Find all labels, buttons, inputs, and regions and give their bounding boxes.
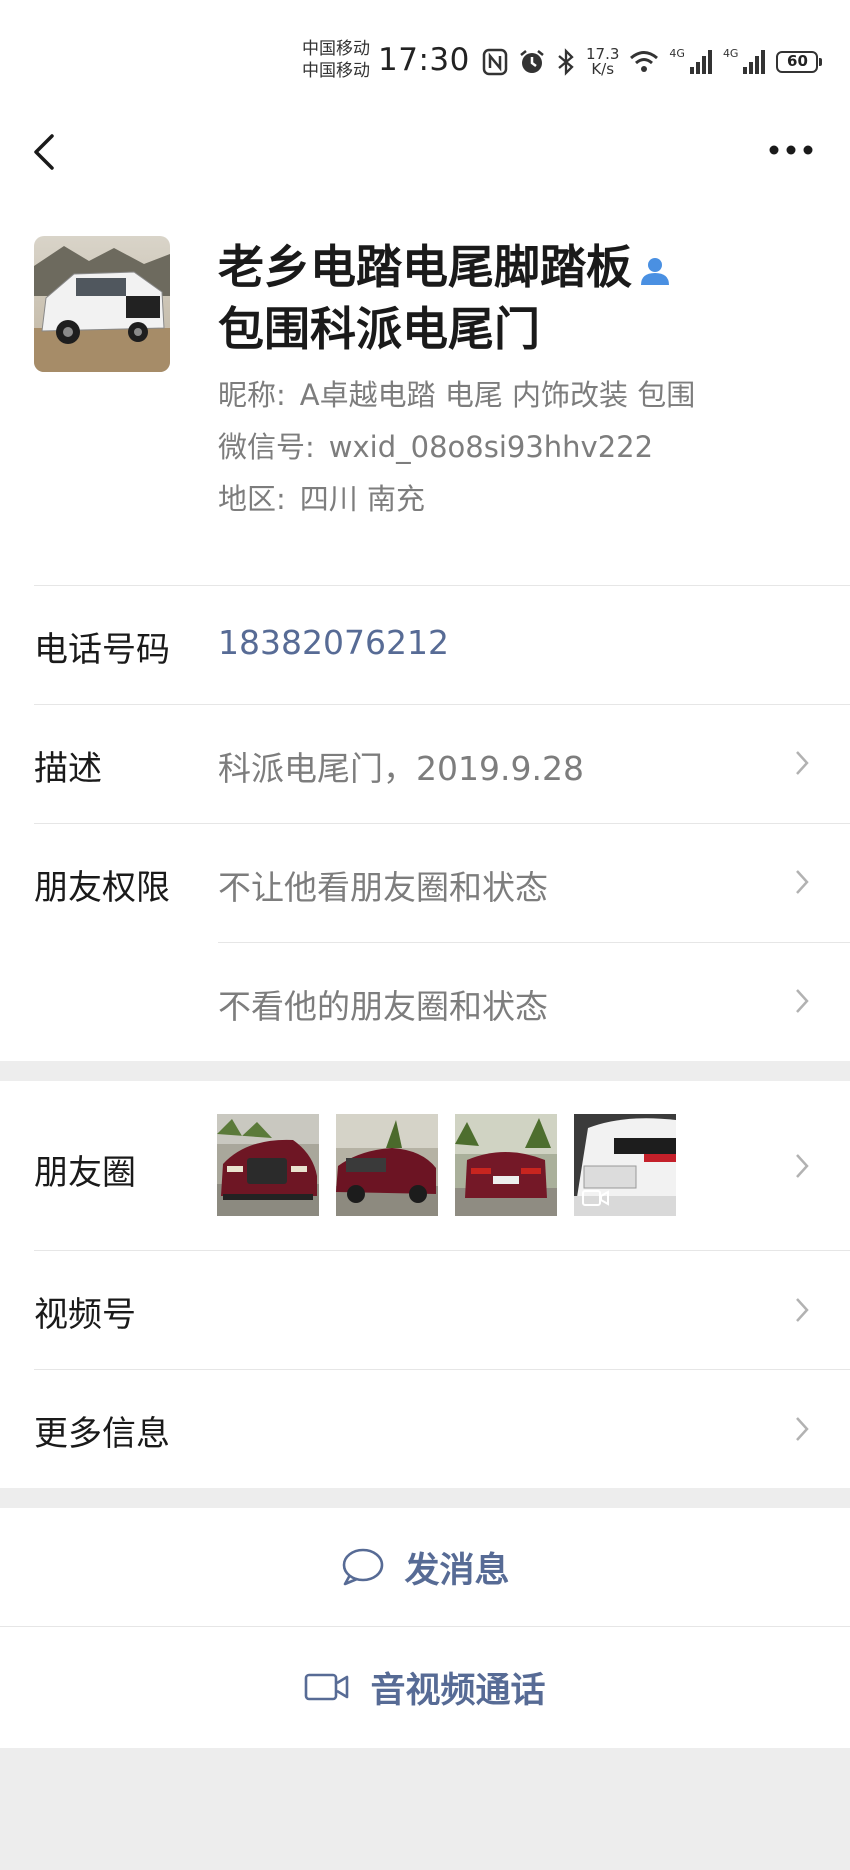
network-type-2: 4G: [722, 47, 739, 60]
carrier-info: 中国移动 中国移动: [302, 38, 370, 82]
description-value: 科派电尾门，2019.9.28: [218, 749, 584, 788]
chevron-right-icon: [796, 1154, 809, 1178]
contact-name: 老乡电踏电尾脚踏板 包围科派电尾门: [218, 236, 778, 360]
battery-indicator: 60: [776, 51, 823, 73]
region-label: 地区:: [218, 482, 286, 516]
wechat-id-label: 微信号:: [218, 430, 315, 464]
description-label: 描述: [34, 749, 102, 789]
nickname-line: 昵称: A卓越电踏 电尾 内饰改装 包围: [218, 372, 695, 414]
moments-thumbnail[interactable]: [574, 1114, 676, 1216]
divider: [0, 1626, 850, 1627]
section-gap: [0, 1061, 850, 1081]
more-info-label: 更多信息: [34, 1414, 170, 1454]
back-arrow-icon[interactable]: [28, 128, 64, 176]
video-badge-icon: [582, 1190, 609, 1206]
chevron-right-icon: [796, 751, 809, 775]
divider: [34, 1369, 850, 1370]
moments-thumbnail[interactable]: [455, 1114, 557, 1216]
network-speed: 17.3 K/s: [586, 47, 619, 77]
divider: [34, 823, 850, 824]
avatar[interactable]: [34, 236, 170, 372]
status-icons: 17.3 K/s 4G 4G 60: [482, 44, 823, 80]
phone-label: 电话号码: [34, 630, 170, 670]
divider: [218, 942, 850, 943]
bottom-background: [0, 1748, 850, 1870]
send-message-label: 发消息: [404, 1550, 510, 1591]
thumbnail-image: [455, 1114, 557, 1216]
permission-hide-my-moments: 不让他看朋友圈和状态: [218, 868, 548, 907]
bluetooth-icon: [558, 48, 574, 76]
name-line-1: 老乡电踏电尾脚踏板: [218, 240, 632, 294]
carrier-2: 中国移动: [302, 61, 370, 81]
chevron-right-icon: [796, 989, 809, 1013]
video-camera-icon: [305, 1673, 349, 1701]
more-icon[interactable]: [768, 138, 814, 162]
permission-hide-their-moments: 不看他的朋友圈和状态: [218, 987, 548, 1026]
signal-icon-2: [743, 50, 766, 74]
nickname-value: A卓越电踏 电尾 内饰改装 包围: [299, 378, 696, 412]
section-gap: [0, 1488, 850, 1508]
permissions-label: 朋友权限: [34, 868, 170, 908]
send-message-button[interactable]: 发消息: [0, 1508, 850, 1626]
call-label: 音视频通话: [370, 1670, 546, 1711]
audio-video-call-button[interactable]: 音视频通话: [0, 1628, 850, 1746]
thumbnail-image: [217, 1114, 319, 1216]
phone-value[interactable]: 18382076212: [218, 623, 449, 662]
region-value: 四川 南充: [299, 482, 425, 516]
wifi-icon: [630, 51, 659, 72]
moments-label: 朋友圈: [34, 1153, 136, 1193]
chevron-right-icon: [796, 1417, 809, 1441]
name-line-2: 包围科派电尾门: [218, 302, 540, 356]
wechat-id-value: wxid_08o8si93hhv222: [328, 430, 654, 464]
avatar-image: [34, 236, 170, 372]
status-bar: 中国移动 中国移动 17:30 17.3 K/s 4G 4G 60: [0, 0, 850, 110]
network-type-1: 4G: [669, 47, 685, 60]
signal-icon-1: [689, 50, 712, 74]
divider: [34, 1250, 850, 1251]
chevron-right-icon: [796, 870, 809, 894]
divider: [34, 704, 850, 705]
clock: 17:30: [378, 42, 470, 78]
nickname-label: 昵称:: [218, 378, 286, 412]
thumbnail-image: [336, 1114, 438, 1216]
wechat-id-line: 微信号: wxid_08o8si93hhv222: [218, 424, 653, 466]
speed-unit: K/s: [591, 60, 615, 78]
region-line: 地区: 四川 南充: [218, 476, 425, 518]
divider: [34, 585, 850, 586]
carrier-1: 中国移动: [302, 39, 370, 59]
alarm-icon: [520, 50, 544, 73]
moments-thumbnail[interactable]: [217, 1114, 319, 1216]
nfc-icon: [482, 48, 508, 76]
friend-badge-icon: [641, 257, 669, 285]
moments-thumbnail[interactable]: [336, 1114, 438, 1216]
chat-bubble-icon: [343, 1548, 384, 1586]
contact-profile-page: 中国移动 中国移动 17:30 17.3 K/s 4G 4G 60 老乡电踏电尾…: [0, 0, 850, 1870]
channels-label: 视频号: [34, 1295, 136, 1335]
chevron-right-icon: [796, 1298, 809, 1322]
